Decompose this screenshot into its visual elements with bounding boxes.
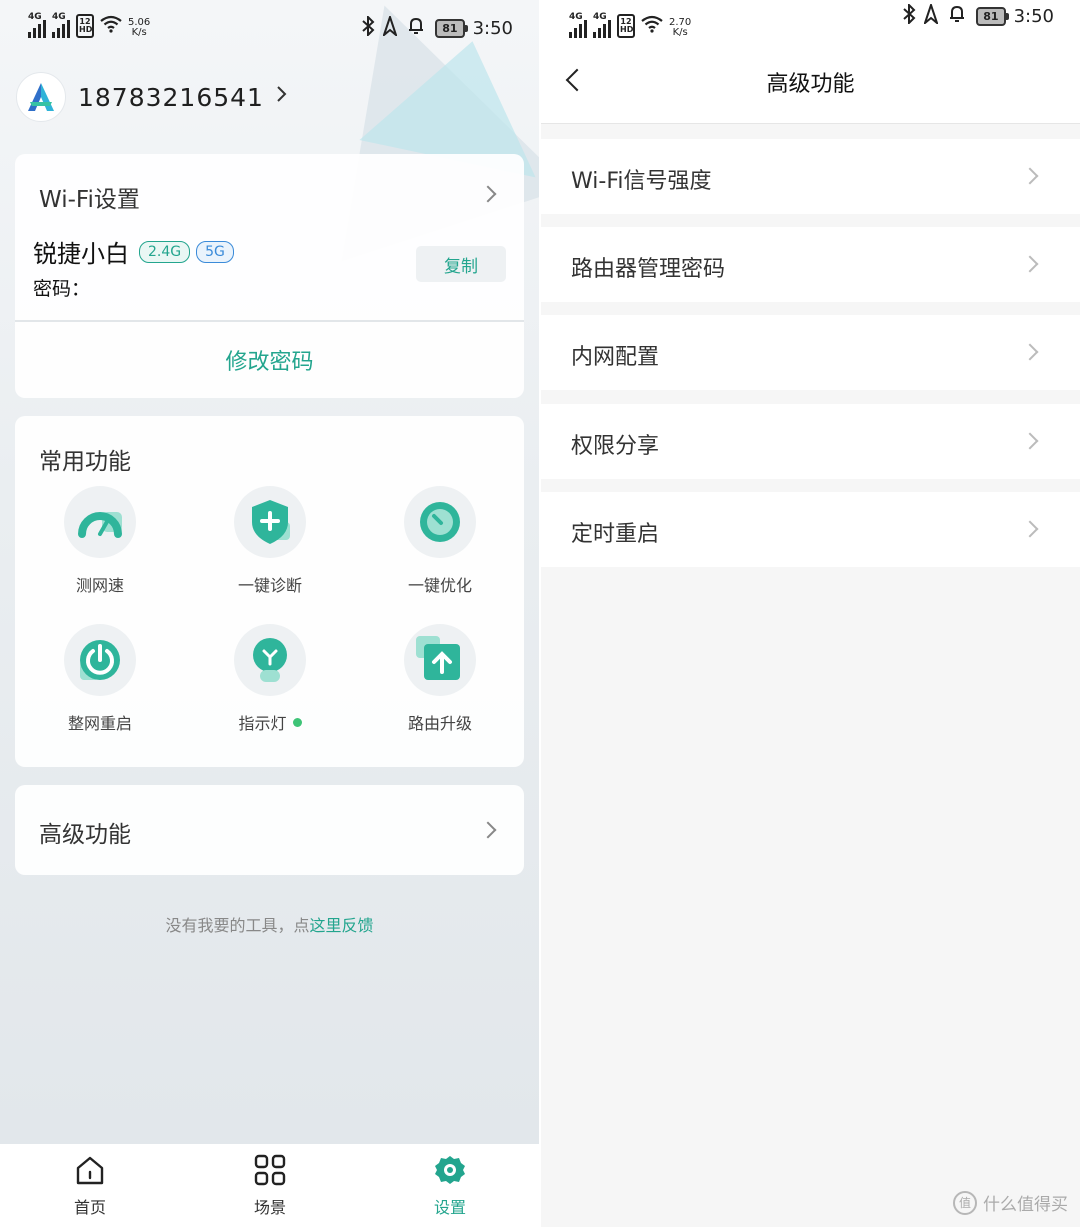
password-label: 密码： <box>33 278 91 300</box>
router-upgrade-button[interactable]: 路由升级 <box>370 624 510 734</box>
one-click-optimize-button[interactable]: 一键优化 <box>370 486 510 596</box>
menu-item-lan-config[interactable]: 内网配置 <box>541 315 1080 390</box>
timer-icon <box>420 502 460 542</box>
cell-signal-icon: 4G <box>593 12 611 38</box>
bottom-tab-bar: 首页 场景 设置 <box>0 1144 539 1227</box>
common-functions-card: 常用功能 测网速 一键诊断 一键优化 整网重启 指示灯 路由升级 <box>15 416 524 767</box>
upgrade-icon <box>416 636 460 680</box>
function-label: 整网重启 <box>67 714 132 733</box>
menu-item-permission-share[interactable]: 权限分享 <box>541 404 1080 479</box>
network-restart-button[interactable]: 整网重启 <box>30 624 170 734</box>
wifi-icon <box>100 15 122 38</box>
indicator-status-dot <box>292 717 302 727</box>
chevron-right-icon <box>1021 343 1039 361</box>
function-label: 一键诊断 <box>237 576 302 595</box>
status-bar: 4G 4G 12 HD 5.06 K/s 81 3:50 <box>0 0 539 56</box>
battery-indicator: 81 <box>435 19 468 38</box>
gear-icon <box>435 1156 465 1184</box>
account-row[interactable]: 18783216541 <box>16 72 288 122</box>
menu-item-scheduled-reboot[interactable]: 定时重启 <box>541 492 1080 567</box>
home-icon <box>76 1156 104 1185</box>
bluetooth-icon <box>902 2 916 29</box>
watermark-logo: 值 <box>953 1190 977 1215</box>
cell-signal-icon: 4G <box>52 12 70 38</box>
feedback-line: 没有我要的工具，点这里反馈 <box>165 916 374 935</box>
function-label: 指示灯 <box>200 710 340 734</box>
function-label: 测网速 <box>75 576 124 595</box>
vibrate-bell-icon <box>405 16 427 41</box>
chevron-right-icon <box>1021 167 1039 185</box>
feedback-link[interactable]: 这里反馈 <box>310 916 374 935</box>
advanced-features-title: 高级功能 <box>39 822 131 848</box>
chevron-right-icon <box>479 821 497 839</box>
tab-settings[interactable]: 设置 <box>390 1154 510 1218</box>
bulb-icon <box>253 638 287 682</box>
one-click-diagnose-button[interactable]: 一键诊断 <box>200 486 340 596</box>
net-speed: 2.70 K/s <box>669 17 692 38</box>
ruijie-logo-icon <box>28 83 54 111</box>
menu-item-router-admin-password[interactable]: 路由器管理密码 <box>541 227 1080 302</box>
power-icon <box>80 640 120 680</box>
chevron-right-icon <box>276 84 288 110</box>
vibrate-bell-icon <box>946 4 968 29</box>
advanced-features-card[interactable]: 高级功能 <box>15 785 524 875</box>
battery-indicator: 81 <box>976 7 1009 26</box>
indicator-light-button[interactable]: 指示灯 <box>200 624 340 734</box>
tab-home[interactable]: 首页 <box>30 1154 150 1218</box>
speed-test-button[interactable]: 测网速 <box>30 486 170 596</box>
net-speed: 5.06 K/s <box>128 17 151 38</box>
wifi-settings-title[interactable]: Wi-Fi设置 <box>39 180 140 214</box>
chevron-right-icon <box>1021 520 1039 538</box>
cell-signal-icon: 4G <box>28 12 46 38</box>
speedometer-icon <box>78 512 122 538</box>
common-functions-title: 常用功能 <box>39 449 131 475</box>
wifi-settings-card: Wi-Fi设置 锐捷小白 2.4G 5G 密码： 复制 修改密码 <box>15 154 524 398</box>
cell-signal-icon: 4G <box>569 12 587 38</box>
avatar <box>16 72 66 122</box>
location-icon <box>923 1 940 29</box>
wifi-icon <box>641 15 663 38</box>
location-icon <box>382 13 399 41</box>
chevron-right-icon <box>1021 432 1039 450</box>
hd-voice-icon: 12 HD <box>76 14 94 38</box>
nav-header: 4G 4G 12 HD 2.70 K/s 81 3:50 高级功能 <box>541 0 1080 124</box>
grid-icon <box>254 1154 286 1186</box>
wifi-ssid: 锐捷小白 <box>33 240 129 268</box>
watermark: 值 什么值得买 <box>953 1190 1068 1215</box>
clock: 3:50 <box>1013 6 1054 27</box>
menu-item-wifi-signal-strength[interactable]: Wi-Fi信号强度 <box>541 139 1080 214</box>
hd-voice-icon: 12 HD <box>617 14 635 38</box>
clock: 3:50 <box>472 18 513 39</box>
account-phone: 18783216541 <box>78 82 264 112</box>
advanced-features-screen: 4G 4G 12 HD 2.70 K/s 81 3:50 高级功能 Wi-Fi信… <box>541 0 1080 1227</box>
function-label: 路由升级 <box>407 714 472 733</box>
settings-screen: 4G 4G 12 HD 5.06 K/s 81 3:50 18783216541… <box>0 0 539 1227</box>
copy-button[interactable]: 复制 <box>416 246 506 282</box>
modify-password-button[interactable]: 修改密码 <box>15 322 524 398</box>
chevron-right-icon <box>1021 255 1039 273</box>
band-24g-badge: 2.4G <box>139 240 191 263</box>
band-5g-badge: 5G <box>196 240 234 263</box>
shield-plus-icon <box>252 500 290 544</box>
bluetooth-icon <box>361 14 375 41</box>
status-bar: 4G 4G 12 HD 2.70 K/s 81 3:50 <box>541 0 1080 56</box>
chevron-right-icon[interactable] <box>479 185 497 203</box>
ssid-row: 锐捷小白 2.4G 5G <box>33 234 234 269</box>
function-label: 一键优化 <box>407 576 472 595</box>
tab-scenes[interactable]: 场景 <box>210 1154 330 1218</box>
page-title: 高级功能 <box>766 72 855 97</box>
